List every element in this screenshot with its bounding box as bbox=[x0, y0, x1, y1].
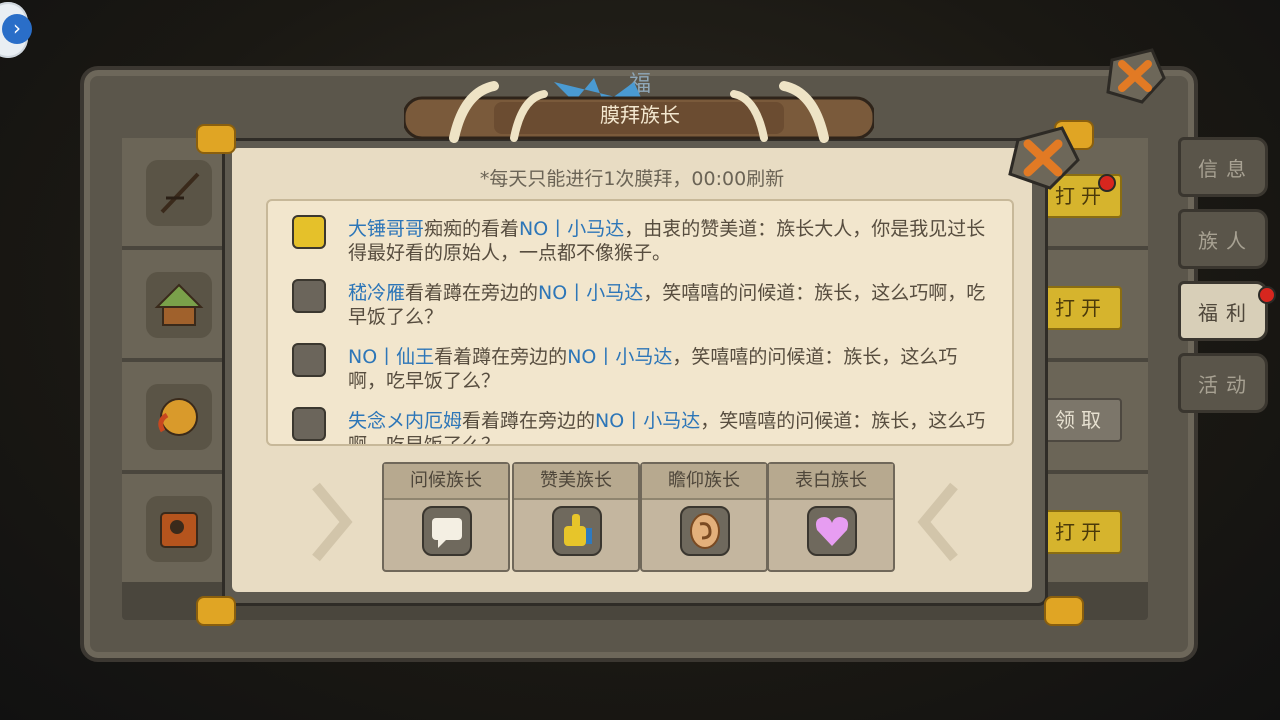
gold-ornament bbox=[1044, 596, 1084, 626]
gold-ornament bbox=[196, 596, 236, 626]
chat-bubble-icon bbox=[292, 279, 326, 313]
list-item: 大锤哥哥痴痴的看着NO丨小马达，由衷的赞美道：族长大人，你是我见过长得最好看的原… bbox=[348, 217, 988, 265]
confess-leader-button[interactable]: 表白族长 bbox=[767, 462, 895, 572]
player-name[interactable]: 大锤哥哥 bbox=[348, 218, 424, 240]
open-button[interactable]: 打开 bbox=[1040, 510, 1122, 554]
list-item: NO丨仙王看着蹲在旁边的NO丨小马达，笑嘻嘻的问候道：族长，这么巧啊，吃早饭了么… bbox=[348, 345, 988, 393]
button-label: 表白族长 bbox=[769, 464, 893, 500]
player-name[interactable]: 失念メ内厄姆 bbox=[348, 410, 462, 432]
chat-bubble-icon bbox=[292, 407, 326, 441]
tab-members[interactable]: 族人 bbox=[1178, 209, 1268, 269]
tab-label: 福利 bbox=[1198, 300, 1254, 325]
dialog-title: 膜拜族长 bbox=[600, 103, 680, 127]
scroll-item-icon bbox=[146, 496, 212, 562]
open-button[interactable]: 打开 bbox=[1040, 286, 1122, 330]
heart-icon bbox=[807, 506, 857, 556]
praise-leader-button[interactable]: 赞美族长 bbox=[512, 462, 640, 572]
spear-item-icon bbox=[146, 160, 212, 226]
hut-item-icon bbox=[146, 272, 212, 338]
leader-name[interactable]: NO丨小马达 bbox=[538, 282, 643, 304]
message-text: 痴痴的看着 bbox=[424, 218, 520, 240]
assistive-touch-button[interactable]: › bbox=[0, 2, 32, 58]
player-name[interactable]: NO丨仙王 bbox=[348, 346, 434, 368]
chat-bubble-icon bbox=[292, 343, 326, 377]
tab-activity[interactable]: 活动 bbox=[1178, 353, 1268, 413]
claim-button[interactable]: 领取 bbox=[1040, 398, 1122, 442]
button-label: 赞美族长 bbox=[514, 464, 638, 500]
notification-badge bbox=[1098, 174, 1116, 192]
message-text: 看着蹲在旁边的 bbox=[434, 346, 568, 368]
ear-icon bbox=[680, 506, 730, 556]
list-item: 嵇冷雁看着蹲在旁边的NO丨小马达，笑嘻嘻的问候道：族长，这么巧啊，吃早饭了么？ bbox=[348, 281, 988, 329]
player-name[interactable]: 嵇冷雁 bbox=[348, 282, 405, 304]
tab-info[interactable]: 信息 bbox=[1178, 137, 1268, 197]
worship-message-list[interactable]: 大锤哥哥痴痴的看着NO丨小马达，由衷的赞美道：族长大人，你是我见过长得最好看的原… bbox=[266, 199, 1014, 446]
tab-welfare[interactable]: 福利 bbox=[1178, 281, 1268, 341]
tab-label: 活动 bbox=[1198, 372, 1254, 397]
thumbs-up-icon bbox=[292, 215, 326, 249]
button-label: 问候族长 bbox=[384, 464, 508, 500]
close-icon[interactable] bbox=[1102, 46, 1166, 104]
next-arrow-icon[interactable] bbox=[916, 482, 964, 562]
leader-name[interactable]: NO丨小马达 bbox=[519, 218, 624, 240]
tab-label: 信息 bbox=[1198, 156, 1254, 181]
chat-bubble-icon bbox=[422, 506, 472, 556]
leader-name[interactable]: NO丨小马达 bbox=[567, 346, 672, 368]
token-item-icon bbox=[146, 384, 212, 450]
greet-leader-button[interactable]: 问候族长 bbox=[382, 462, 510, 572]
tab-label: 族人 bbox=[1198, 228, 1254, 253]
chevron-right-icon: › bbox=[2, 14, 32, 44]
list-item: 失念メ内厄姆看着蹲在旁边的NO丨小马达，笑嘻嘻的问候道：族长，这么巧啊，吃早饭了… bbox=[348, 409, 988, 444]
gold-ornament bbox=[196, 124, 236, 154]
previous-arrow-icon[interactable] bbox=[306, 482, 354, 562]
thumbs-up-icon bbox=[552, 506, 602, 556]
notification-badge bbox=[1258, 286, 1276, 304]
button-label: 瞻仰族长 bbox=[642, 464, 766, 500]
message-text: 看着蹲在旁边的 bbox=[462, 410, 596, 432]
admire-leader-button[interactable]: 瞻仰族长 bbox=[640, 462, 768, 572]
refresh-notice: *每天只能进行1次膜拜，00:00刷新 bbox=[479, 168, 785, 190]
leader-name[interactable]: NO丨小马达 bbox=[595, 410, 700, 432]
message-text: 看着蹲在旁边的 bbox=[405, 282, 539, 304]
